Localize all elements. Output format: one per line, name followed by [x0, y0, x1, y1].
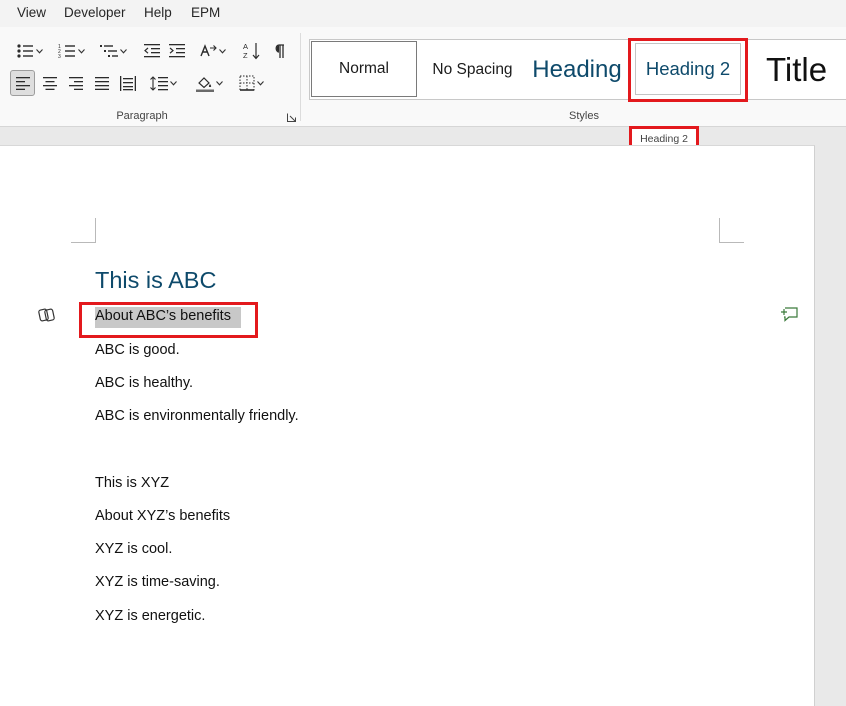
style-normal[interactable]: Normal	[311, 41, 417, 97]
line-spacing-icon	[149, 75, 168, 91]
distributed-button[interactable]	[115, 70, 140, 96]
dialog-launcher-icon	[286, 113, 296, 122]
doc-line[interactable]: XYZ is cool.	[95, 541, 172, 557]
text-direction-icon	[199, 44, 217, 57]
menu-developer[interactable]: Developer	[64, 5, 126, 20]
doc-line[interactable]: ABC is environmentally friendly.	[95, 408, 299, 424]
decrease-indent-icon	[144, 44, 160, 58]
distributed-icon	[119, 75, 136, 91]
comment-add-icon	[781, 307, 798, 322]
decrease-indent-button[interactable]	[140, 38, 164, 64]
doc-line-selected[interactable]: About ABC’s benefits	[95, 307, 241, 328]
justify-button[interactable]	[89, 70, 114, 96]
style-no-spacing[interactable]: No Spacing	[420, 40, 525, 99]
menu-help[interactable]: Help	[144, 5, 172, 20]
selected-text[interactable]: About ABC’s benefits	[95, 307, 241, 328]
chevron-down-icon	[215, 80, 223, 86]
chevron-down-icon	[256, 80, 264, 86]
sort-icon: A Z	[243, 42, 260, 60]
numbered-list-icon: 1 2 3	[58, 44, 75, 59]
style-heading[interactable]: Heading	[527, 40, 627, 99]
align-center-button[interactable]	[37, 70, 62, 96]
doc-line[interactable]: About XYZ’s benefits	[95, 508, 230, 524]
align-center-icon	[42, 76, 57, 90]
increase-indent-button[interactable]	[165, 38, 189, 64]
bullet-list-icon	[16, 44, 33, 58]
borders-button[interactable]	[232, 70, 270, 96]
text-direction-button[interactable]	[194, 38, 230, 64]
doc-line[interactable]: ABC is healthy.	[95, 375, 193, 391]
menu-bar: View Developer Help EPM	[0, 0, 846, 28]
svg-text:Z: Z	[243, 51, 248, 60]
doc-line[interactable]: XYZ is time-saving.	[95, 574, 220, 590]
style-title[interactable]: Title	[750, 40, 846, 99]
style-heading-2[interactable]: Heading 2	[635, 43, 741, 95]
multilevel-list-icon	[99, 45, 118, 57]
svg-text:A: A	[243, 42, 248, 51]
increase-indent-icon	[169, 44, 185, 58]
margin-corner-left	[71, 218, 96, 243]
styles-group-label: Styles	[569, 110, 599, 122]
align-right-icon	[68, 76, 83, 90]
group-separator	[300, 33, 301, 121]
multilevel-list-button[interactable]	[94, 38, 132, 64]
chevron-down-icon	[169, 80, 177, 86]
paragraph-group-label: Paragraph	[116, 110, 168, 122]
align-left-button[interactable]	[10, 70, 35, 96]
align-right-button[interactable]	[63, 70, 88, 96]
numbering-button[interactable]: 1 2 3	[52, 38, 90, 64]
shading-button[interactable]	[190, 70, 228, 96]
paint-bucket-icon	[195, 76, 214, 92]
chevron-down-icon	[35, 48, 43, 54]
menu-view[interactable]: View	[17, 5, 46, 20]
chevron-down-icon	[119, 48, 127, 54]
pilcrow-icon	[275, 44, 284, 58]
chevron-down-icon	[218, 48, 226, 54]
paragraph-dialog-launcher[interactable]	[283, 109, 299, 125]
copilot-icon	[38, 308, 55, 322]
copilot-margin-button[interactable]	[38, 307, 56, 328]
new-comment-button[interactable]	[781, 306, 799, 327]
margin-corner-right	[719, 218, 744, 243]
align-left-icon	[15, 76, 30, 90]
show-formatting-button[interactable]	[268, 38, 292, 64]
bullets-button[interactable]	[10, 38, 48, 64]
menu-epm[interactable]: EPM	[191, 5, 220, 20]
document-heading[interactable]: This is ABC	[95, 267, 216, 294]
styles-gallery: Normal No Spacing Heading Heading 2 Titl…	[309, 39, 846, 100]
ribbon: 1 2 3 A Z Paragraph Normal No Spacing He…	[0, 27, 846, 127]
sort-button[interactable]: A Z	[240, 38, 264, 64]
borders-icon	[239, 75, 254, 91]
doc-line[interactable]: XYZ is energetic.	[95, 608, 205, 624]
chevron-down-icon	[77, 48, 85, 54]
doc-line[interactable]: This is XYZ	[95, 475, 169, 491]
justify-icon	[94, 76, 109, 90]
line-spacing-button[interactable]	[144, 70, 182, 96]
doc-line[interactable]: ABC is good.	[95, 342, 180, 358]
svg-text:3: 3	[58, 54, 61, 59]
